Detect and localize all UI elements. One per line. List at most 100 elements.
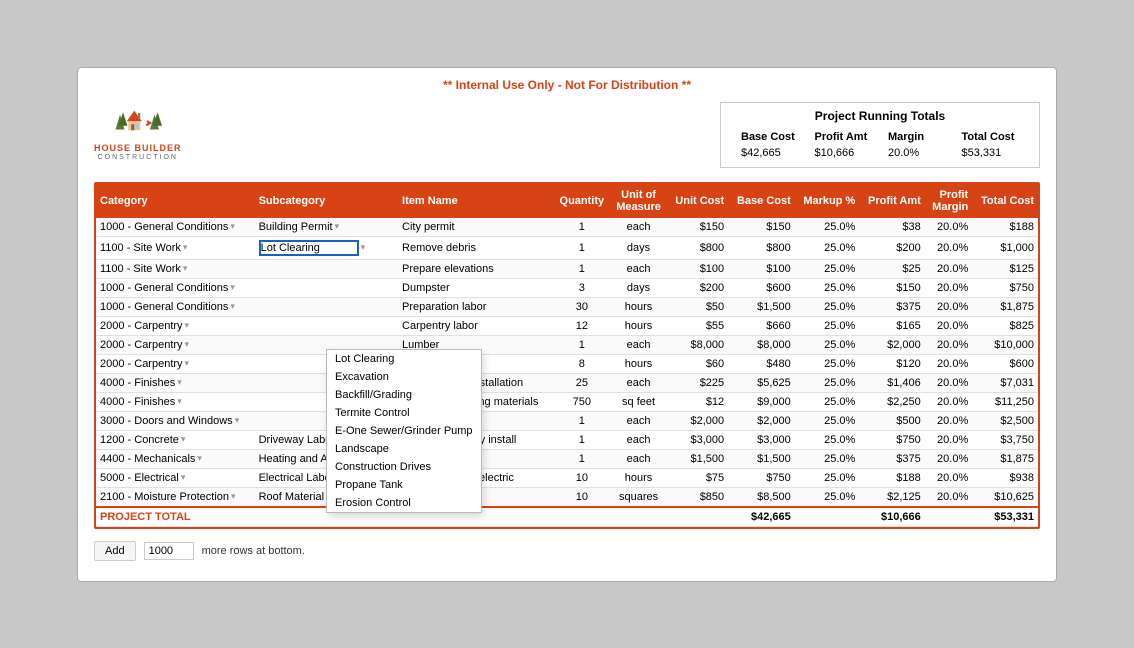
- cell-base-cost[interactable]: $2,000: [728, 411, 795, 430]
- cell-profit-margin[interactable]: 20.0%: [925, 259, 972, 278]
- cell-profit-margin[interactable]: 20.0%: [925, 236, 972, 259]
- cell-profit-amt[interactable]: $2,125: [859, 487, 924, 507]
- cell-category[interactable]: 4000 - Finishes▾: [96, 392, 255, 411]
- cell-category[interactable]: 1200 - Concrete▾: [96, 430, 255, 449]
- cell-item-name[interactable]: Prepare elevations: [398, 259, 553, 278]
- cell-base-cost[interactable]: $3,000: [728, 430, 795, 449]
- cell-profit-amt[interactable]: $2,250: [859, 392, 924, 411]
- cell-markup[interactable]: 25.0%: [795, 236, 860, 259]
- cell-profit-margin[interactable]: 20.0%: [925, 430, 972, 449]
- cell-profit-amt[interactable]: $1,406: [859, 373, 924, 392]
- cell-subcategory[interactable]: [255, 278, 398, 297]
- cell-base-cost[interactable]: $800: [728, 236, 795, 259]
- cell-base-cost[interactable]: $750: [728, 468, 795, 487]
- cell-quantity[interactable]: 12: [554, 316, 611, 335]
- cell-profit-margin[interactable]: 20.0%: [925, 373, 972, 392]
- cell-profit-amt[interactable]: $188: [859, 468, 924, 487]
- cell-profit-amt[interactable]: $165: [859, 316, 924, 335]
- dropdown-item[interactable]: Erosion Control: [327, 494, 481, 512]
- cell-markup[interactable]: 25.0%: [795, 278, 860, 297]
- cell-quantity[interactable]: 3: [554, 278, 611, 297]
- cell-unit-cost[interactable]: $12: [667, 392, 728, 411]
- cell-markup[interactable]: 25.0%: [795, 430, 860, 449]
- cell-profit-amt[interactable]: $120: [859, 354, 924, 373]
- cell-category[interactable]: 2100 - Moisture Protection▾: [96, 487, 255, 507]
- cell-base-cost[interactable]: $1,500: [728, 449, 795, 468]
- cell-category[interactable]: 1000 - General Conditions▾: [96, 297, 255, 316]
- cell-quantity[interactable]: 30: [554, 297, 611, 316]
- cell-markup[interactable]: 25.0%: [795, 354, 860, 373]
- subcategory-dropdown[interactable]: Lot ClearingExcavationBackfill/GradingTe…: [326, 349, 482, 513]
- dropdown-item[interactable]: E-One Sewer/Grinder Pump: [327, 422, 481, 440]
- cell-base-cost[interactable]: $660: [728, 316, 795, 335]
- cell-quantity[interactable]: 1: [554, 218, 611, 237]
- cell-unit-cost[interactable]: $50: [667, 297, 728, 316]
- cell-base-cost[interactable]: $9,000: [728, 392, 795, 411]
- dropdown-item[interactable]: Construction Drives: [327, 458, 481, 476]
- cell-item-name[interactable]: Carpentry labor: [398, 316, 553, 335]
- cell-subcategory[interactable]: ▾: [255, 236, 398, 259]
- cell-unit-cost[interactable]: $150: [667, 218, 728, 237]
- cell-category[interactable]: 4400 - Mechanicals▾: [96, 449, 255, 468]
- cell-profit-margin[interactable]: 20.0%: [925, 218, 972, 237]
- dropdown-item[interactable]: Propane Tank: [327, 476, 481, 494]
- cell-unit-cost[interactable]: $1,500: [667, 449, 728, 468]
- cell-category[interactable]: 1000 - General Conditions▾: [96, 278, 255, 297]
- cell-profit-amt[interactable]: $200: [859, 236, 924, 259]
- cell-markup[interactable]: 25.0%: [795, 373, 860, 392]
- cell-quantity[interactable]: 10: [554, 487, 611, 507]
- cell-markup[interactable]: 25.0%: [795, 449, 860, 468]
- cell-profit-amt[interactable]: $500: [859, 411, 924, 430]
- cell-markup[interactable]: 25.0%: [795, 316, 860, 335]
- cell-profit-amt[interactable]: $750: [859, 430, 924, 449]
- cell-profit-margin[interactable]: 20.0%: [925, 487, 972, 507]
- cell-category[interactable]: 4000 - Finishes▾: [96, 373, 255, 392]
- cell-markup[interactable]: 25.0%: [795, 259, 860, 278]
- cell-unit-cost[interactable]: $225: [667, 373, 728, 392]
- cell-profit-margin[interactable]: 20.0%: [925, 392, 972, 411]
- cell-item-name[interactable]: Preparation labor: [398, 297, 553, 316]
- cell-unit-cost[interactable]: $2,000: [667, 411, 728, 430]
- cell-profit-margin[interactable]: 20.0%: [925, 316, 972, 335]
- cell-profit-amt[interactable]: $375: [859, 449, 924, 468]
- cell-item-name[interactable]: City permit: [398, 218, 553, 237]
- cell-profit-margin[interactable]: 20.0%: [925, 335, 972, 354]
- dropdown-item[interactable]: Termite Control: [327, 404, 481, 422]
- dropdown-item[interactable]: Excavation: [327, 368, 481, 386]
- cell-quantity[interactable]: 750: [554, 392, 611, 411]
- cell-unit-cost[interactable]: $800: [667, 236, 728, 259]
- cell-category[interactable]: 2000 - Carpentry▾: [96, 354, 255, 373]
- cell-unit-cost[interactable]: $60: [667, 354, 728, 373]
- cell-quantity[interactable]: 8: [554, 354, 611, 373]
- cell-category[interactable]: 2000 - Carpentry▾: [96, 335, 255, 354]
- cell-quantity[interactable]: 1: [554, 430, 611, 449]
- cell-category[interactable]: 3000 - Doors and Windows▾: [96, 411, 255, 430]
- cell-item-name[interactable]: Remove debris: [398, 236, 553, 259]
- cell-subcategory[interactable]: [255, 297, 398, 316]
- cell-quantity[interactable]: 10: [554, 468, 611, 487]
- cell-markup[interactable]: 25.0%: [795, 335, 860, 354]
- cell-quantity[interactable]: 1: [554, 411, 611, 430]
- cell-markup[interactable]: 25.0%: [795, 411, 860, 430]
- cell-profit-amt[interactable]: $38: [859, 218, 924, 237]
- cell-profit-amt[interactable]: $25: [859, 259, 924, 278]
- dropdown-item[interactable]: Landscape: [327, 440, 481, 458]
- cell-markup[interactable]: 25.0%: [795, 297, 860, 316]
- cell-base-cost[interactable]: $8,000: [728, 335, 795, 354]
- add-rows-button[interactable]: Add: [94, 541, 136, 561]
- cell-base-cost[interactable]: $8,500: [728, 487, 795, 507]
- cell-unit-cost[interactable]: $55: [667, 316, 728, 335]
- cell-quantity[interactable]: 25: [554, 373, 611, 392]
- cell-unit-cost[interactable]: $100: [667, 259, 728, 278]
- cell-profit-amt[interactable]: $150: [859, 278, 924, 297]
- cell-unit-cost[interactable]: $8,000: [667, 335, 728, 354]
- cell-profit-margin[interactable]: 20.0%: [925, 449, 972, 468]
- cell-subcategory[interactable]: Building Permit▾: [255, 218, 398, 237]
- cell-profit-margin[interactable]: 20.0%: [925, 411, 972, 430]
- cell-profit-margin[interactable]: 20.0%: [925, 468, 972, 487]
- cell-unit-cost[interactable]: $75: [667, 468, 728, 487]
- cell-profit-margin[interactable]: 20.0%: [925, 297, 972, 316]
- cell-quantity[interactable]: 1: [554, 259, 611, 278]
- cell-markup[interactable]: 25.0%: [795, 218, 860, 237]
- cell-base-cost[interactable]: $5,625: [728, 373, 795, 392]
